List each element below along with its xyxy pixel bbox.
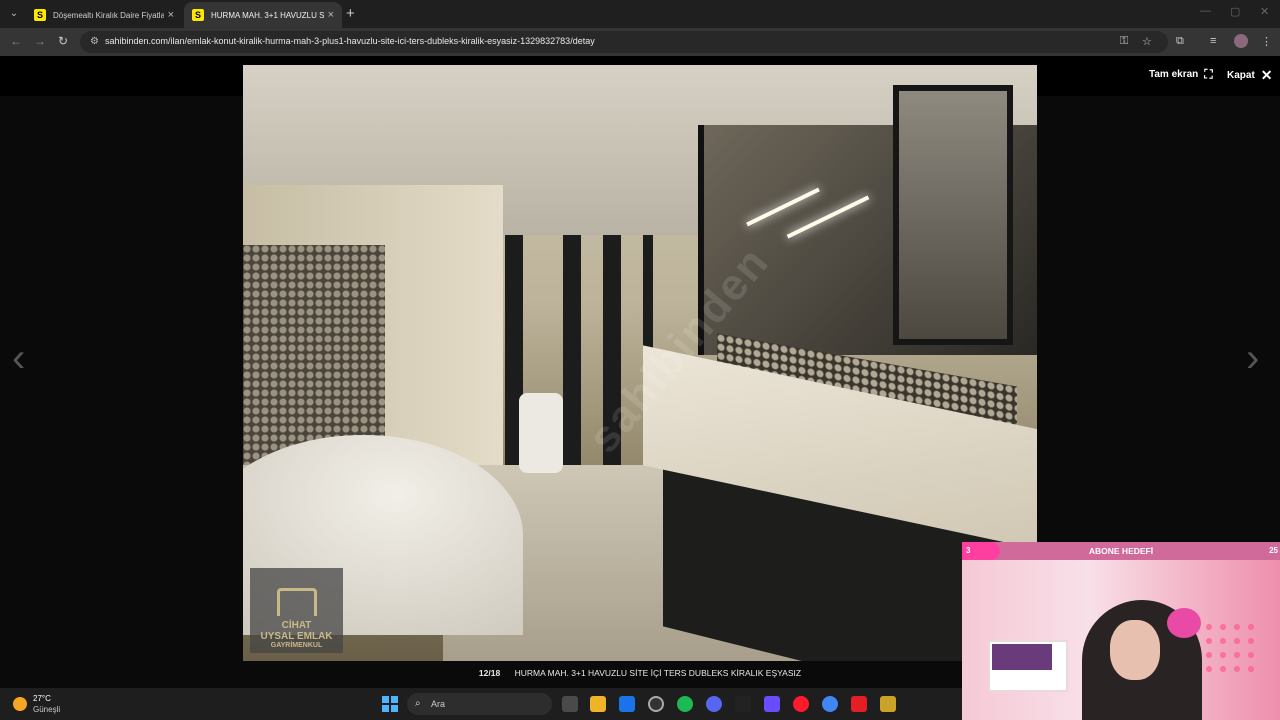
tab-search-icon[interactable]: ⌄ bbox=[6, 6, 22, 22]
streaming-app-icon[interactable] bbox=[851, 696, 867, 712]
close-icon[interactable]: × bbox=[168, 9, 174, 21]
previous-photo-icon[interactable]: ‹ bbox=[12, 336, 25, 381]
sahibinden-favicon-icon: S bbox=[192, 9, 204, 21]
weather-condition[interactable]: Güneşli bbox=[33, 705, 60, 714]
house-icon bbox=[276, 588, 317, 616]
stream-overlay: ABONE HEDEFİ 3 25 bbox=[962, 542, 1280, 720]
listing-title: HURMA MAH. 3+1 HAVUZLU SİTE İÇİ TERS DUB… bbox=[514, 668, 802, 678]
site-info-icon[interactable]: ⚙ bbox=[90, 36, 99, 47]
next-photo-icon[interactable]: › bbox=[1246, 336, 1259, 381]
profile-avatar[interactable] bbox=[1234, 34, 1248, 48]
chrome-icon[interactable] bbox=[822, 696, 838, 712]
tab-listing-search[interactable]: S Döşemealtı Kiralık Daire Fiyatları × bbox=[26, 2, 182, 28]
fullscreen-button[interactable]: Tam ekran ⛶ bbox=[1149, 67, 1213, 82]
listing-photo: sahibinden CİHAT UYSAL EMLAK GAYRİMENKUL bbox=[243, 65, 1037, 661]
webcam-feed bbox=[962, 560, 1280, 720]
media-icon[interactable]: ≡ bbox=[1210, 35, 1216, 47]
webcam-decor bbox=[1202, 620, 1262, 680]
photo-mirror-cabinet bbox=[893, 85, 1013, 345]
url-text[interactable]: sahibinden.com/ilan/emlak-konut-kiralik-… bbox=[105, 36, 595, 46]
search-icon: ⌕ bbox=[415, 698, 421, 709]
opera-icon[interactable] bbox=[793, 696, 809, 712]
obs-icon[interactable] bbox=[648, 696, 664, 712]
password-key-icon[interactable]: ⚿ bbox=[1120, 35, 1128, 48]
logo-line-2: UYSAL EMLAK bbox=[260, 631, 333, 642]
expand-icon: ⛶ bbox=[1204, 67, 1213, 81]
discord-icon[interactable] bbox=[706, 696, 722, 712]
close-label: Kapat bbox=[1227, 70, 1255, 81]
photo-toilet bbox=[519, 393, 563, 473]
bookmark-star-icon[interactable]: ☆ bbox=[1142, 35, 1152, 48]
photo-counter: 12/18 bbox=[478, 668, 501, 678]
photo-mosaic-tiles bbox=[243, 245, 385, 465]
task-view-icon[interactable] bbox=[562, 696, 578, 712]
tab-title: HURMA MAH. 3+1 HAVUZLU S bbox=[211, 10, 324, 20]
mail-icon[interactable] bbox=[619, 696, 635, 712]
subscriber-goal-current: 3 bbox=[966, 546, 971, 555]
menu-icon[interactable]: ⋮ bbox=[1261, 35, 1272, 48]
spotify-icon[interactable] bbox=[677, 696, 693, 712]
tab-listing-detail[interactable]: S HURMA MAH. 3+1 HAVUZLU S × bbox=[184, 2, 342, 28]
taskbar-search[interactable]: ⌕ Ara bbox=[407, 693, 552, 715]
logo-line-1: CİHAT bbox=[281, 620, 312, 631]
back-icon[interactable]: ← bbox=[10, 34, 22, 48]
forward-icon[interactable]: → bbox=[34, 34, 46, 48]
minimize-icon[interactable]: — bbox=[1200, 5, 1211, 17]
webcam-monitor bbox=[992, 644, 1052, 670]
reload-icon[interactable]: ↻ bbox=[58, 34, 68, 48]
subscriber-goal-title: ABONE HEDEFİ bbox=[1088, 546, 1154, 556]
epic-games-icon[interactable] bbox=[735, 696, 751, 712]
window-close-icon[interactable]: ✕ bbox=[1260, 5, 1269, 18]
photo-wall-stripe bbox=[563, 235, 581, 475]
browser-toolbar: ← → ↻ ⚙ sahibinden.com/ilan/emlak-konut-… bbox=[0, 28, 1280, 56]
weather-temperature[interactable]: 27°C bbox=[33, 694, 51, 703]
game-launcher-icon[interactable] bbox=[880, 696, 896, 712]
tab-title: Döşemealtı Kiralık Daire Fiyatları bbox=[53, 10, 164, 20]
start-menu-icon[interactable] bbox=[382, 696, 398, 712]
taskbar: 27°C Güneşli ⌕ Ara bbox=[0, 688, 962, 720]
webcam-face bbox=[1110, 620, 1160, 680]
sahibinden-favicon-icon: S bbox=[34, 9, 46, 21]
fullscreen-label: Tam ekran bbox=[1149, 69, 1199, 80]
close-icon[interactable]: × bbox=[328, 9, 334, 21]
address-bar[interactable]: ⚙ sahibinden.com/ilan/emlak-konut-kirali… bbox=[80, 31, 1168, 53]
close-icon: ✕ bbox=[1260, 67, 1273, 83]
maximize-icon[interactable]: ▢ bbox=[1230, 5, 1240, 18]
new-tab-icon[interactable]: + bbox=[346, 5, 355, 22]
logo-line-3: GAYRİMENKUL bbox=[270, 642, 323, 649]
subscriber-goal-bar: ABONE HEDEFİ 3 25 bbox=[962, 542, 1280, 560]
search-placeholder: Ara bbox=[431, 699, 446, 709]
tab-strip: ⌄ S Döşemealtı Kiralık Daire Fiyatları ×… bbox=[0, 0, 1280, 28]
file-explorer-icon[interactable] bbox=[590, 696, 606, 712]
close-viewer-button[interactable]: Kapat ✕ bbox=[1227, 67, 1273, 84]
headset-icon bbox=[1167, 608, 1201, 638]
extensions-icon[interactable]: ⧉ bbox=[1176, 35, 1184, 48]
app-grid-icon[interactable] bbox=[764, 696, 780, 712]
sun-icon[interactable] bbox=[13, 697, 27, 711]
agency-logo: CİHAT UYSAL EMLAK GAYRİMENKUL bbox=[250, 568, 343, 653]
subscriber-goal-target: 25 bbox=[1269, 546, 1278, 555]
